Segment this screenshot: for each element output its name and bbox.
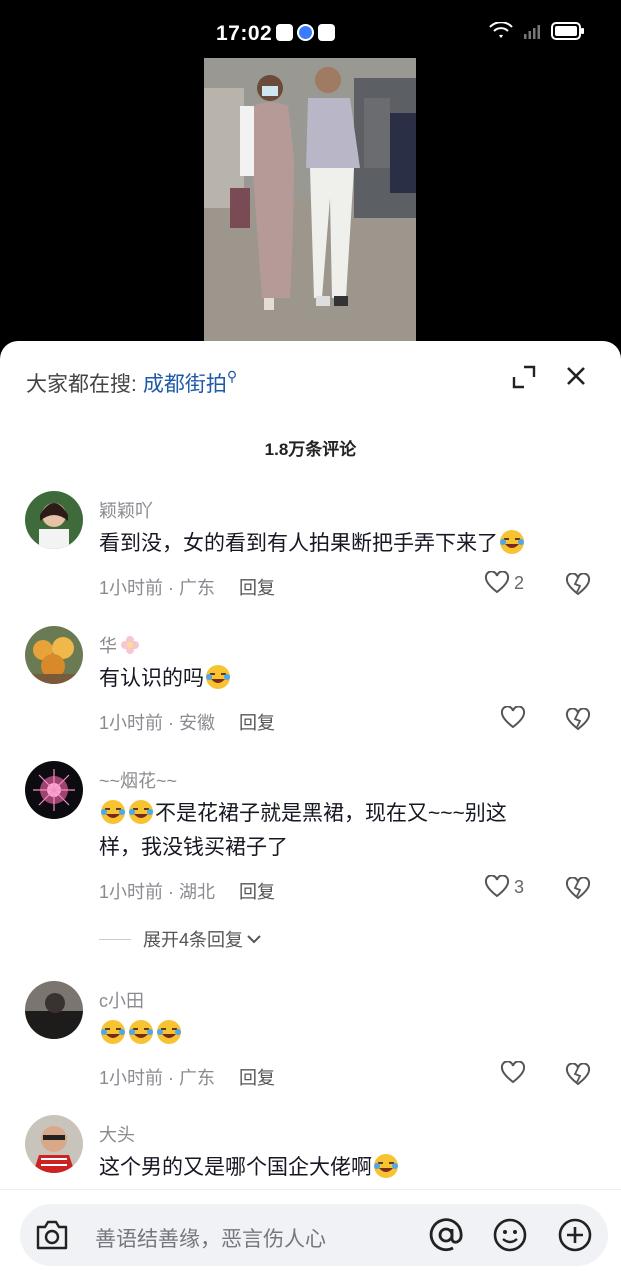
laughing-crying-emoji-icon bbox=[206, 665, 230, 689]
comment-text: 看到没，女的看到有人拍果断把手弄下来了 bbox=[99, 527, 589, 561]
like-button[interactable] bbox=[500, 1061, 526, 1085]
like-button[interactable] bbox=[500, 706, 526, 730]
comment-text-content: 看到没，女的看到有人拍果断把手弄下来了 bbox=[99, 532, 498, 555]
comment-meta: 1小时前 · 湖北 回复 bbox=[99, 878, 275, 904]
comment-text: 不是花裙子就是黑裙，现在又~~~别这 样，我没钱买裙子了 bbox=[99, 797, 589, 865]
comment-author[interactable]: c小田 bbox=[99, 987, 144, 1013]
comment-text-line: 不是花裙子就是黑裙，现在又~~~别这 bbox=[155, 802, 507, 825]
video-player[interactable] bbox=[0, 58, 621, 358]
like-count: 2 bbox=[514, 572, 525, 593]
wifi-icon bbox=[489, 22, 513, 38]
expand-replies-button[interactable]: 展开4条回复 bbox=[99, 926, 263, 952]
status-time: 17:02 bbox=[216, 22, 273, 45]
status-bar: 17:02 bbox=[0, 0, 621, 58]
comment-author[interactable]: 颖颖吖 bbox=[99, 497, 153, 523]
comment-author-name: 华 bbox=[99, 636, 117, 656]
laughing-crying-emoji-icon bbox=[157, 1020, 181, 1044]
comment-input-bar: 善语结善缘，恶言伤人心 bbox=[0, 1189, 621, 1280]
laughing-crying-emoji-icon bbox=[101, 800, 125, 824]
comment-text bbox=[99, 1017, 589, 1051]
laughing-crying-emoji-icon bbox=[129, 1020, 153, 1044]
status-app-icons bbox=[276, 24, 335, 41]
comment-author[interactable]: ~~烟花~~ bbox=[99, 767, 177, 793]
like-button[interactable]: 2 bbox=[484, 571, 524, 595]
comment-meta: 1小时前 · 广东 回复 bbox=[99, 1064, 275, 1090]
expand-icon[interactable] bbox=[512, 365, 536, 389]
comment-author[interactable]: 大头 bbox=[99, 1121, 135, 1147]
close-icon[interactable] bbox=[563, 363, 589, 389]
emoji-icon[interactable] bbox=[492, 1217, 528, 1253]
trending-search-keyword[interactable]: 成都街拍 bbox=[143, 373, 227, 396]
comment-text-content: 这个男的又是哪个国企大佬啊 bbox=[99, 1156, 372, 1179]
avatar[interactable] bbox=[25, 1115, 83, 1173]
laughing-crying-emoji-icon bbox=[101, 1020, 125, 1044]
laughing-crying-emoji-icon bbox=[500, 530, 524, 554]
comment-meta: 1小时前 · 广东 回复 bbox=[99, 574, 275, 600]
comment-text: 有认识的吗 bbox=[99, 662, 589, 696]
avatar[interactable] bbox=[25, 491, 83, 549]
signal-icon bbox=[524, 25, 540, 39]
broken-heart-icon[interactable] bbox=[565, 708, 591, 732]
comment-time-location: 1小时前 · 广东 bbox=[99, 1068, 216, 1088]
comment-meta: 1小时前 · 安徽 回复 bbox=[99, 709, 275, 735]
comment-text-line: 样，我没钱买裙子了 bbox=[99, 836, 288, 859]
chevron-down-icon bbox=[247, 935, 261, 944]
reply-button[interactable]: 回复 bbox=[239, 882, 275, 902]
comment-time-location: 1小时前 · 广东 bbox=[99, 578, 216, 598]
notification-app-icon bbox=[318, 24, 335, 41]
notification-app-icon bbox=[276, 24, 293, 41]
video-thumbnail bbox=[204, 58, 416, 348]
broken-heart-icon[interactable] bbox=[565, 877, 591, 901]
comment-text: 这个男的又是哪个国企大佬啊 bbox=[99, 1151, 589, 1185]
comment-panel: 大家都在搜: 成都街拍⚲ 1.8万条评论 颖颖吖 看到没，女的看到有人拍果断把手弄… bbox=[0, 341, 621, 1280]
reply-button[interactable]: 回复 bbox=[239, 1068, 275, 1088]
comment-count-title: 1.8万条评论 bbox=[264, 440, 357, 459]
reply-button[interactable]: 回复 bbox=[239, 713, 275, 733]
like-button[interactable]: 3 bbox=[484, 875, 524, 899]
status-system-icons bbox=[489, 22, 585, 40]
mention-icon[interactable] bbox=[427, 1216, 465, 1254]
camera-icon[interactable] bbox=[34, 1218, 70, 1252]
comment-input[interactable]: 善语结善缘，恶言伤人心 bbox=[20, 1204, 608, 1266]
battery-icon bbox=[551, 22, 584, 40]
comment-time-location: 1小时前 · 安徽 bbox=[99, 713, 216, 733]
reply-button[interactable]: 回复 bbox=[239, 578, 275, 598]
broken-heart-icon[interactable] bbox=[565, 573, 591, 597]
heart-icon[interactable] bbox=[500, 706, 526, 730]
expand-replies-label: 展开4条回复 bbox=[143, 930, 244, 950]
trending-search-prefix: 大家都在搜: bbox=[26, 373, 137, 396]
street-scene-image bbox=[204, 58, 416, 348]
comment-author[interactable]: 华 bbox=[99, 632, 140, 658]
avatar[interactable] bbox=[25, 626, 83, 684]
comment-input-placeholder: 善语结善缘，恶言伤人心 bbox=[95, 1228, 326, 1251]
laughing-crying-emoji-icon bbox=[374, 1154, 398, 1178]
avatar[interactable] bbox=[25, 761, 83, 819]
broken-heart-icon[interactable] bbox=[565, 1063, 591, 1087]
flower-icon bbox=[121, 636, 139, 654]
search-icon[interactable]: ⚲ bbox=[227, 368, 237, 384]
comment-text-content: 有认识的吗 bbox=[99, 667, 204, 690]
like-count: 3 bbox=[514, 876, 525, 897]
avatar[interactable] bbox=[25, 981, 83, 1039]
heart-icon[interactable] bbox=[484, 875, 510, 899]
add-icon[interactable] bbox=[557, 1217, 593, 1253]
divider bbox=[99, 938, 131, 940]
notification-browser-icon bbox=[297, 24, 314, 41]
laughing-crying-emoji-icon bbox=[129, 800, 153, 824]
trending-search: 大家都在搜: 成都街拍⚲ bbox=[26, 368, 237, 398]
heart-icon[interactable] bbox=[500, 1061, 526, 1085]
comment-time-location: 1小时前 · 湖北 bbox=[99, 882, 216, 902]
heart-icon[interactable] bbox=[484, 571, 510, 595]
